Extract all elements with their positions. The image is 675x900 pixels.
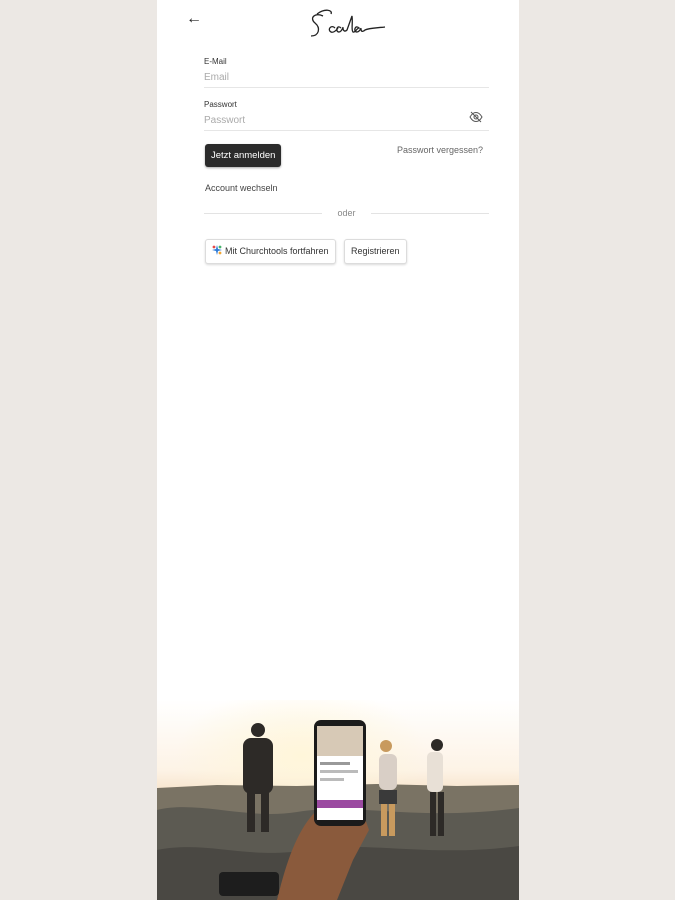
password-field-group: Passwort xyxy=(204,100,489,131)
churchtools-button[interactable]: Mit Churchtools fortfahren xyxy=(205,239,336,264)
password-label: Passwort xyxy=(204,100,237,109)
login-button[interactable]: Jetzt anmelden xyxy=(205,144,282,167)
login-screen: ← E-Mail Passwort Jetzt anmelden Passwor… xyxy=(157,0,519,900)
eye-off-icon[interactable] xyxy=(469,111,483,123)
register-button[interactable]: Registrieren xyxy=(344,239,407,264)
hero-photo xyxy=(157,700,519,900)
password-field[interactable] xyxy=(204,112,489,131)
arrow-left-icon[interactable]: ← xyxy=(185,10,203,28)
churchtools-label: Mit Churchtools fortfahren xyxy=(225,246,329,256)
churchtools-icon xyxy=(212,245,222,255)
scala-logo xyxy=(310,9,386,37)
email-field[interactable] xyxy=(204,69,489,88)
email-label: E-Mail xyxy=(204,57,227,66)
email-field-group: E-Mail xyxy=(204,57,489,88)
forgot-password-link[interactable]: Passwort vergessen? xyxy=(397,145,483,155)
switch-account-link[interactable]: Account wechseln xyxy=(205,183,278,193)
or-divider: oder xyxy=(204,208,489,218)
